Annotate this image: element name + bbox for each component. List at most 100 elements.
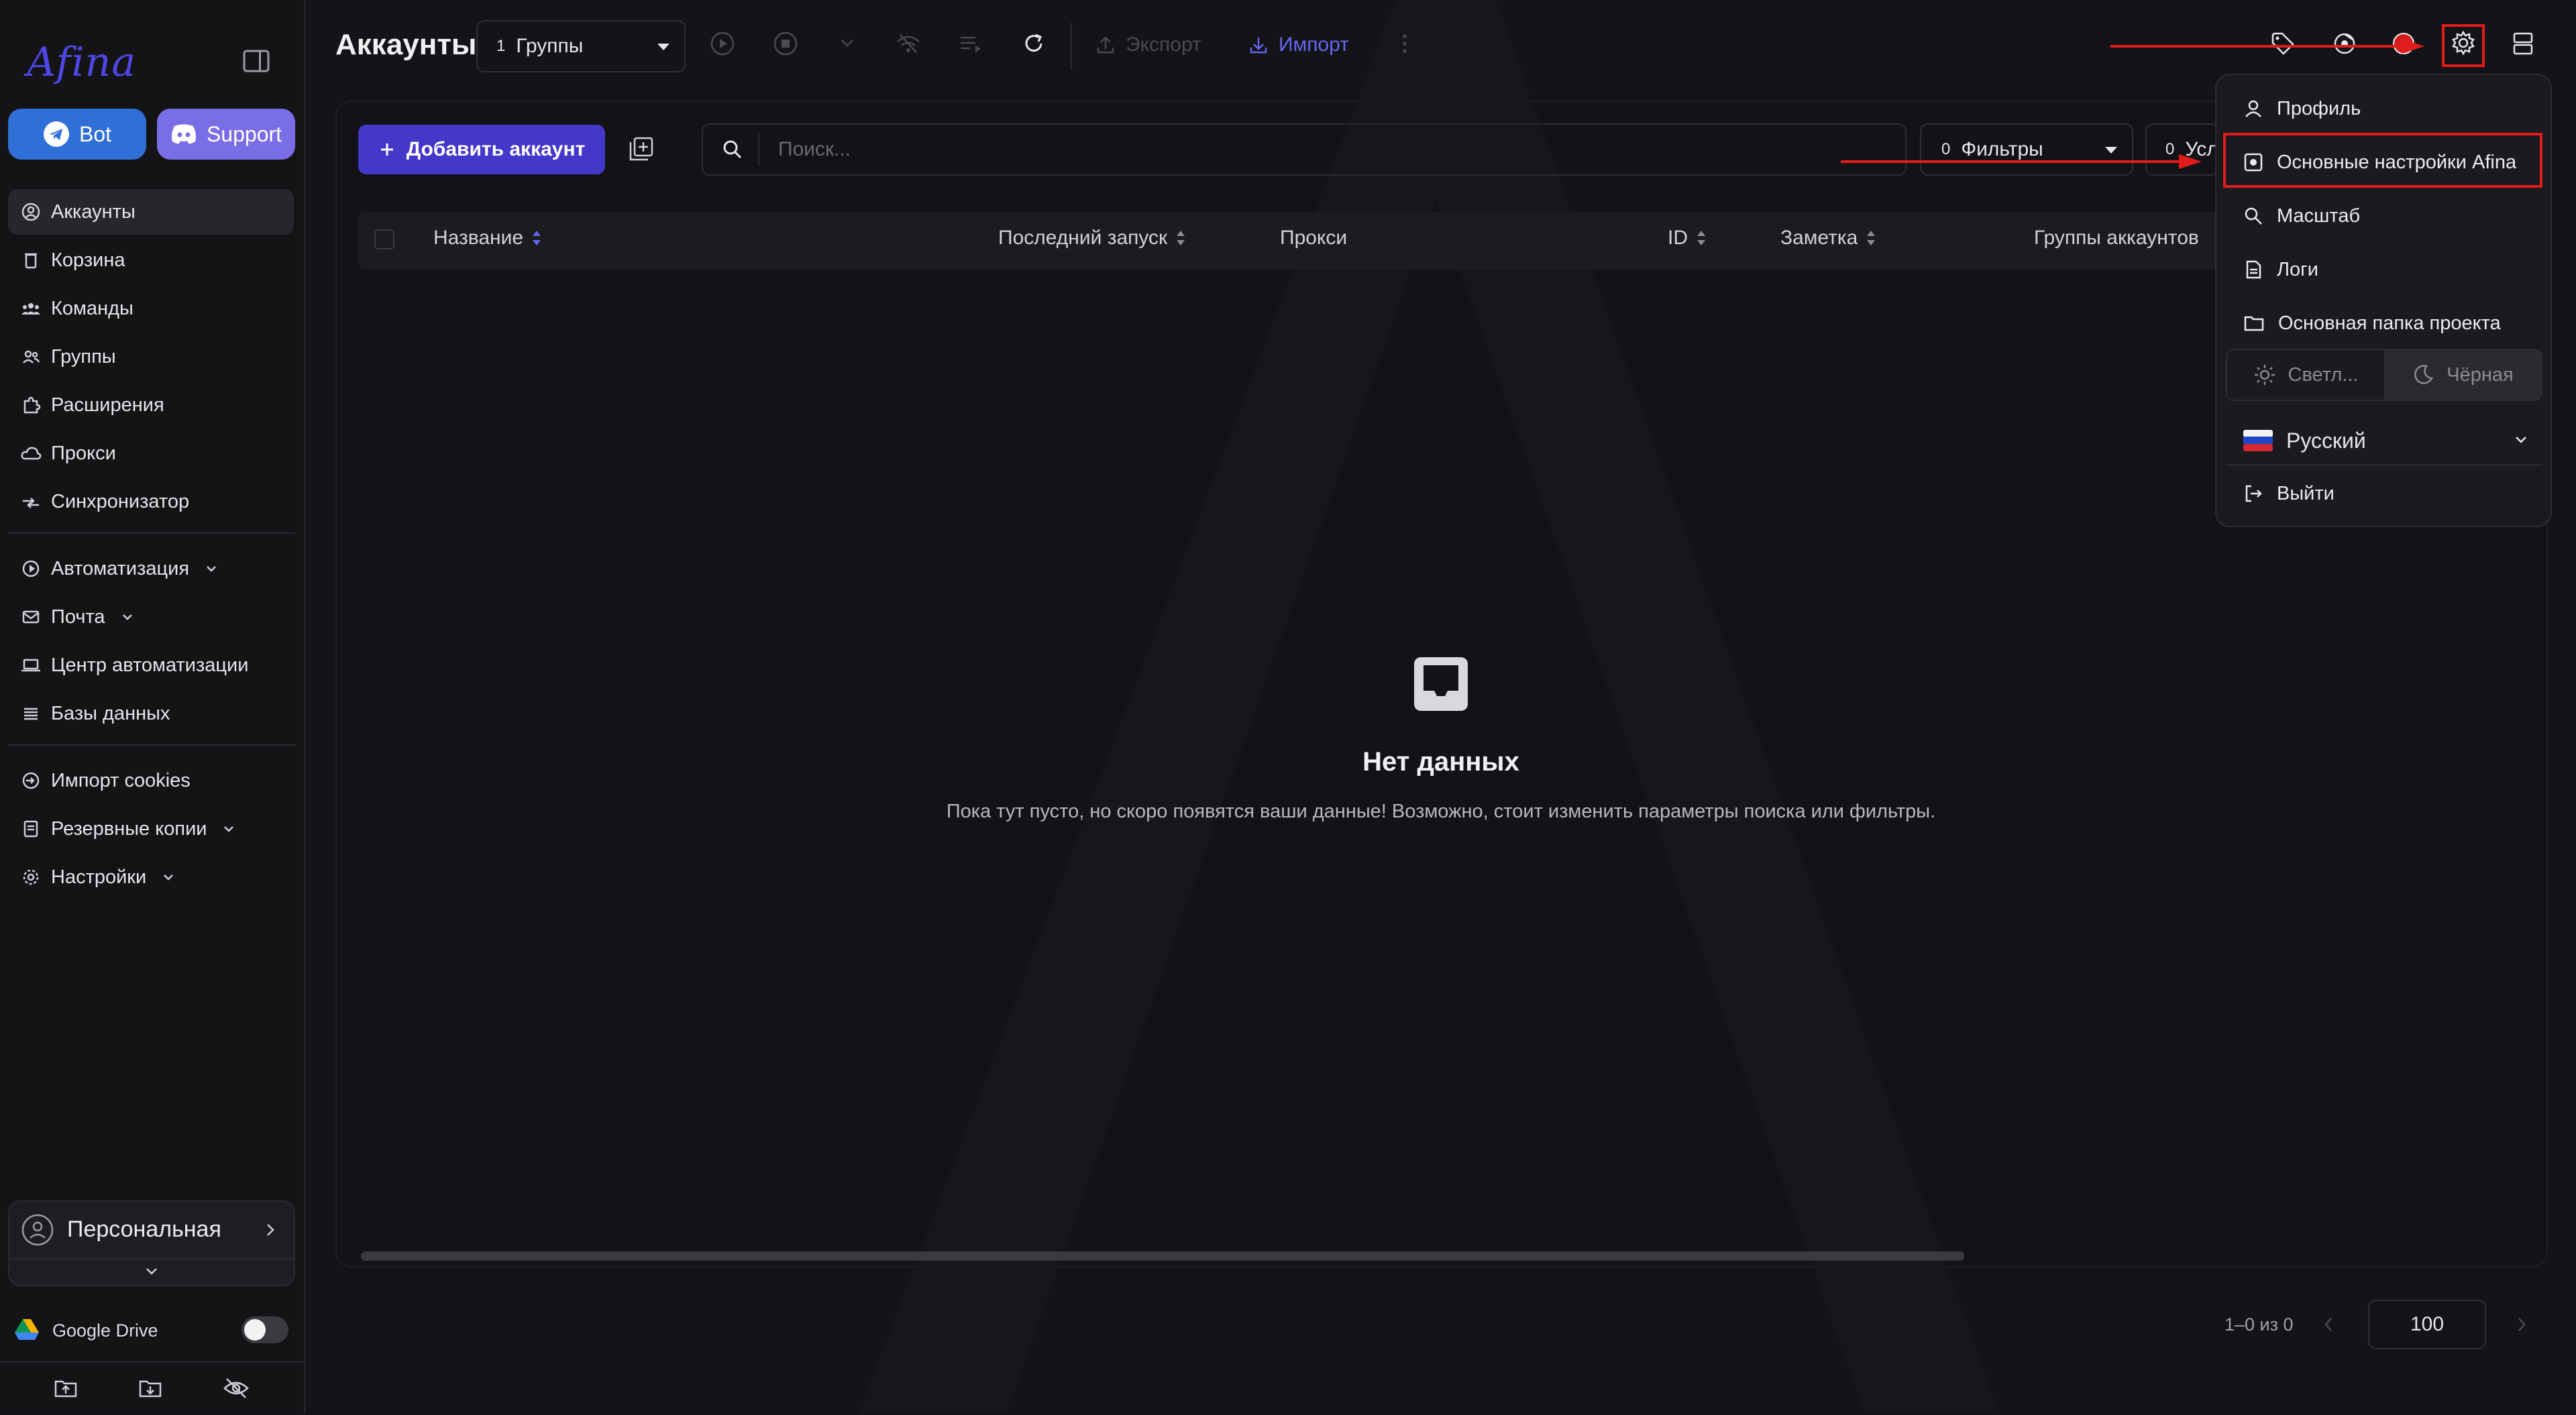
avatar-icon <box>21 1214 54 1246</box>
search-box[interactable] <box>702 123 1907 176</box>
mail-icon <box>20 606 42 628</box>
sidebar-item-mail[interactable]: Почта <box>8 594 294 640</box>
folder-upload-icon[interactable] <box>54 1377 78 1399</box>
sidebar-item-settings[interactable]: Настройки <box>8 854 294 900</box>
sidebar-item-accounts[interactable]: Аккаунты <box>8 189 294 235</box>
folder-download-icon[interactable] <box>138 1377 162 1399</box>
menu-item-scale[interactable]: Масштаб <box>2226 192 2541 240</box>
menu-item-label: Профиль <box>2277 97 2361 119</box>
sidebar-item-label: Настройки <box>51 866 147 888</box>
chevron-down-icon <box>120 610 135 624</box>
column-header-proxy[interactable]: Прокси <box>1280 227 1347 249</box>
page-title: Аккаунты <box>335 28 477 61</box>
language-select[interactable]: Русский <box>2226 413 2542 468</box>
column-header-label: Прокси <box>1280 227 1348 249</box>
group-count-badge: 1 <box>496 37 506 55</box>
support-button-label: Support <box>206 121 282 146</box>
chevron-down-icon <box>221 822 236 836</box>
column-header-id[interactable]: ID <box>1668 227 1707 249</box>
chevron-down-icon[interactable] <box>144 1265 160 1278</box>
google-drive-toggle[interactable] <box>241 1316 288 1343</box>
telegram-icon <box>43 121 70 148</box>
sidebar-collapse-icon[interactable] <box>243 50 270 72</box>
column-header-label: Заметка <box>1780 227 1858 249</box>
column-header-account-groups[interactable]: Группы аккаунтов <box>2034 227 2199 249</box>
sort-icon <box>1866 229 1876 247</box>
sidebar-item-proxies[interactable]: Прокси <box>8 431 294 476</box>
sidebar-item-trash[interactable]: Корзина <box>8 237 294 283</box>
sidebar-item-teams[interactable]: Команды <box>8 286 294 331</box>
app-logo: Afina <box>27 39 137 86</box>
sidebar-item-automation-center[interactable]: Центр автоматизации <box>8 642 294 688</box>
bot-button[interactable]: Bot <box>8 109 146 160</box>
sidebar-item-label: Корзина <box>51 249 125 271</box>
group-select-label: Группы <box>516 35 584 57</box>
layout-rows-icon[interactable] <box>2510 31 2536 56</box>
sidebar-item-label: Команды <box>51 297 133 319</box>
menu-item-label: Выйти <box>2277 482 2334 504</box>
horizontal-scrollbar[interactable] <box>361 1251 1964 1261</box>
menu-item-project-folder[interactable]: Основная папка проекта <box>2226 299 2541 347</box>
column-header-name[interactable]: Название <box>433 227 542 249</box>
sidebar-item-label: Автоматизация <box>51 557 190 579</box>
chevron-down-icon <box>161 870 176 885</box>
sort-icon <box>531 229 542 247</box>
theme-option-light[interactable]: Светл... <box>2227 350 2384 400</box>
workspace-divider <box>9 1258 294 1259</box>
google-drive-row: Google Drive <box>0 1311 304 1351</box>
menu-item-logs[interactable]: Логи <box>2226 245 2541 294</box>
user-circle-icon <box>20 201 42 223</box>
column-header-label: Группы аккаунтов <box>2034 227 2199 249</box>
puzzle-icon <box>20 394 42 416</box>
sidebar-divider <box>8 532 295 534</box>
group-select[interactable]: 1 Группы <box>476 20 686 72</box>
bulk-add-icon[interactable] <box>628 135 655 162</box>
menu-item-profile[interactable]: Профиль <box>2226 84 2541 133</box>
theme-option-label: Чёрная <box>2447 363 2514 386</box>
list-icon <box>20 703 42 724</box>
zoom-icon <box>2243 206 2263 226</box>
moon-icon <box>2412 363 2434 386</box>
language-label: Русский <box>2286 428 2366 453</box>
column-header-label: Последний запуск <box>998 227 1168 249</box>
menu-item-label: Масштаб <box>2277 205 2361 227</box>
plus-icon <box>378 141 396 158</box>
support-button[interactable]: Support <box>157 109 295 160</box>
inbox-icon <box>1413 656 1469 712</box>
sidebar-item-databases[interactable]: Базы данных <box>8 691 294 736</box>
column-header-note[interactable]: Заметка <box>1780 227 1876 249</box>
workspace-selector[interactable]: Персональная <box>8 1200 295 1286</box>
laptop-icon <box>20 655 42 676</box>
google-drive-label: Google Drive <box>52 1320 158 1341</box>
empty-state-title: Нет данных <box>1362 747 1519 777</box>
eye-off-icon[interactable] <box>223 1376 250 1400</box>
page-size-input[interactable]: 100 <box>2368 1300 2486 1349</box>
theme-option-label: Светл... <box>2288 363 2359 386</box>
search-input[interactable] <box>777 137 1853 162</box>
folder-icon <box>2243 313 2265 333</box>
sidebar-item-groups[interactable]: Группы <box>8 334 294 380</box>
user-icon <box>2243 99 2263 119</box>
sidebar-item-label: Аккаунты <box>51 201 136 223</box>
document-icon <box>2243 260 2263 280</box>
chevron-left-icon[interactable] <box>2321 1314 2336 1335</box>
team-icon <box>20 298 42 319</box>
chevron-right-icon[interactable] <box>263 1221 278 1239</box>
annotation-highlight-gear <box>2442 24 2485 67</box>
menu-item-logout[interactable]: Выйти <box>2226 469 2541 518</box>
google-drive-icon <box>13 1318 40 1342</box>
add-account-button[interactable]: Добавить аккаунт <box>358 125 605 174</box>
table-header: Название Последний запуск Прокси ID Заме… <box>358 212 2230 270</box>
select-all-checkbox[interactable] <box>374 229 394 249</box>
annotation-arrow-to-main-settings <box>1841 154 2202 169</box>
annotation-highlight-main-settings <box>2223 133 2542 188</box>
theme-option-dark[interactable]: Чёрная <box>2384 350 2541 400</box>
sidebar-item-extensions[interactable]: Расширения <box>8 382 294 428</box>
sidebar-bottom-bar <box>0 1361 304 1415</box>
column-header-last-launch[interactable]: Последний запуск <box>998 227 1186 249</box>
discord-icon <box>170 123 197 145</box>
sidebar-item-automation[interactable]: Автоматизация <box>8 546 294 591</box>
cloud-icon <box>20 443 42 464</box>
chevron-right-icon[interactable] <box>2514 1314 2529 1335</box>
sidebar-item-synchronizer[interactable]: Синхронизатор <box>8 479 294 524</box>
